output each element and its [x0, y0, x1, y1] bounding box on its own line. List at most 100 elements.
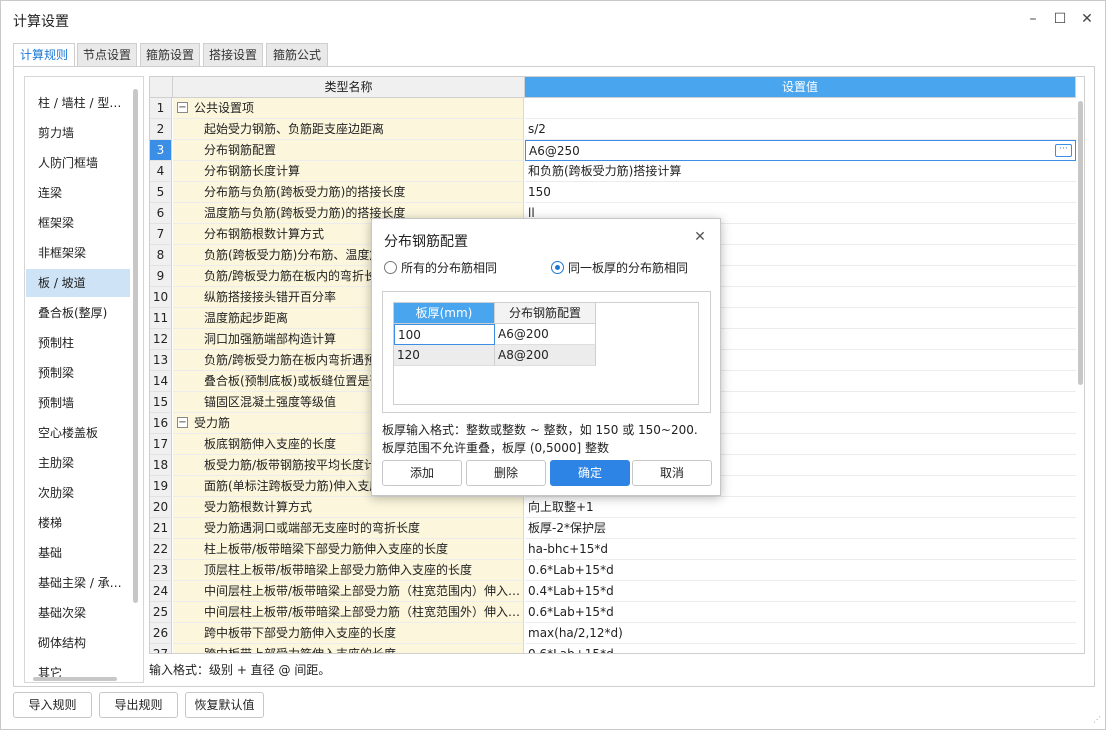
list-item[interactable]: 楼梯: [26, 509, 130, 537]
list-item[interactable]: 连梁: [26, 179, 130, 207]
row-number[interactable]: 24: [150, 581, 172, 602]
row-number[interactable]: 6: [150, 203, 172, 224]
setting-value-cell[interactable]: 150: [525, 182, 1076, 203]
setting-name-cell[interactable]: 中间层柱上板带/板带暗梁上部受力筋（柱宽范围内）伸入…: [173, 581, 524, 602]
tab-stirrup-settings[interactable]: 箍筋设置: [140, 43, 200, 67]
config-cell[interactable]: A8@200: [495, 345, 596, 366]
grid-scrollbar[interactable]: [1078, 101, 1083, 385]
setting-name-cell[interactable]: 分布钢筋长度计算: [173, 161, 524, 182]
table-row[interactable]: 20 受力筋根数计算方式 向上取整+1: [150, 497, 1084, 518]
row-number[interactable]: 8: [150, 245, 172, 266]
delete-button[interactable]: 删除: [466, 460, 546, 486]
setting-name-cell[interactable]: 受力筋遇洞口或端部无支座时的弯折长度: [173, 518, 524, 539]
row-number[interactable]: 3: [150, 140, 172, 161]
table-row[interactable]: 24 中间层柱上板带/板带暗梁上部受力筋（柱宽范围内）伸入… 0.4*Lab+15*…: [150, 581, 1084, 602]
setting-name-cell[interactable]: 跨中板带上部受力筋伸入支座的长度: [173, 644, 524, 653]
cancel-button[interactable]: 取消: [632, 460, 712, 486]
export-rules-button[interactable]: 导出规则: [99, 692, 178, 718]
setting-name-cell[interactable]: 起始受力钢筋、负筋距支座边距离: [173, 119, 524, 140]
list-item[interactable]: 预制梁: [26, 359, 130, 387]
row-number[interactable]: 12: [150, 329, 172, 350]
table-row[interactable]: 5 分布筋与负筋(跨板受力筋)的搭接长度 150: [150, 182, 1084, 203]
radio-checked-icon[interactable]: [551, 261, 564, 274]
tab-node-settings[interactable]: 节点设置: [77, 43, 137, 67]
list-item[interactable]: 预制墙: [26, 389, 130, 417]
grid-header-name[interactable]: 类型名称: [173, 77, 525, 98]
setting-name-cell[interactable]: 柱上板带/板带暗梁下部受力筋伸入支座的长度: [173, 539, 524, 560]
col-config-header[interactable]: 分布钢筋配置: [495, 303, 596, 324]
setting-value-cell[interactable]: [525, 98, 1076, 119]
row-number[interactable]: 23: [150, 560, 172, 581]
row-number[interactable]: 14: [150, 371, 172, 392]
maximize-icon[interactable]: ☐: [1050, 9, 1070, 29]
list-item[interactable]: 空心楼盖板: [26, 419, 130, 447]
list-item[interactable]: 砌体结构: [26, 629, 130, 657]
ellipsis-button-icon[interactable]: ···: [1055, 144, 1072, 157]
list-item-selected[interactable]: 板 / 坡道: [26, 269, 130, 297]
row-number[interactable]: 13: [150, 350, 172, 371]
list-item[interactable]: 叠合板(整厚): [26, 299, 130, 327]
add-button[interactable]: 添加: [382, 460, 462, 486]
row-number[interactable]: 20: [150, 497, 172, 518]
tab-calc-rules[interactable]: 计算规则: [13, 43, 75, 67]
table-row[interactable]: 26 跨中板带下部受力筋伸入支座的长度 max(ha/2,12*d): [150, 623, 1084, 644]
table-row[interactable]: 25 中间层柱上板带/板带暗梁上部受力筋（柱宽范围外）伸入… 0.6*Lab+15*…: [150, 602, 1084, 623]
radio-unchecked-icon[interactable]: [384, 261, 397, 274]
row-number[interactable]: 11: [150, 308, 172, 329]
list-item[interactable]: 基础次梁: [26, 599, 130, 627]
list-item[interactable]: 人防门框墙: [26, 149, 130, 177]
ok-button[interactable]: 确定: [550, 460, 630, 486]
setting-name-cell[interactable]: 分布钢筋配置: [173, 140, 524, 161]
setting-value-cell[interactable]: 和负筋(跨板受力筋)搭接计算: [525, 161, 1076, 182]
setting-value-cell[interactable]: 板厚-2*保护层: [525, 518, 1076, 539]
tab-lap-settings[interactable]: 搭接设置: [203, 43, 263, 67]
close-icon[interactable]: ✕: [1077, 9, 1097, 29]
setting-value-cell[interactable]: 0.6*Lab+15*d: [525, 644, 1076, 653]
list-item[interactable]: 非框架梁: [26, 239, 130, 267]
table-row[interactable]: 22 柱上板带/板带暗梁下部受力筋伸入支座的长度 ha-bhc+15*d: [150, 539, 1084, 560]
list-scrollbar[interactable]: [133, 89, 138, 603]
radio-same-thickness[interactable]: 同一板厚的分布筋相同: [551, 259, 711, 277]
setting-value-cell[interactable]: 0.6*Lab+15*d: [525, 560, 1076, 581]
table-row[interactable]: 23 顶层柱上板带/板带暗梁上部受力筋伸入支座的长度 0.6*Lab+15*d: [150, 560, 1084, 581]
row-number[interactable]: 18: [150, 455, 172, 476]
setting-value-cell[interactable]: s/2: [525, 119, 1076, 140]
setting-value-cell[interactable]: A6@250 ···: [525, 140, 1076, 161]
row-number[interactable]: 19: [150, 476, 172, 497]
setting-name-cell[interactable]: 中间层柱上板带/板带暗梁上部受力筋（柱宽范围外）伸入…: [173, 602, 524, 623]
table-row[interactable]: 3 分布钢筋配置 A6@250 ···: [150, 140, 1084, 161]
setting-name-cell[interactable]: 跨中板带下部受力筋伸入支座的长度: [173, 623, 524, 644]
table-row[interactable]: 1− 公共设置项: [150, 98, 1084, 119]
list-item[interactable]: 预制柱: [26, 329, 130, 357]
config-cell[interactable]: A6@200: [495, 324, 596, 345]
setting-name-cell[interactable]: 分布筋与负筋(跨板受力筋)的搭接长度: [173, 182, 524, 203]
setting-name-cell[interactable]: 受力筋根数计算方式: [173, 497, 524, 518]
collapse-icon[interactable]: −: [177, 417, 188, 428]
row-number[interactable]: 17: [150, 434, 172, 455]
row-number[interactable]: 25: [150, 602, 172, 623]
row-number[interactable]: 16: [150, 413, 172, 434]
setting-value-cell[interactable]: 0.6*Lab+15*d: [525, 602, 1076, 623]
row-number[interactable]: 15: [150, 392, 172, 413]
table-row[interactable]: 2 起始受力钢筋、负筋距支座边距离 s/2: [150, 119, 1084, 140]
row-number[interactable]: 21: [150, 518, 172, 539]
setting-value-cell[interactable]: ha-bhc+15*d: [525, 539, 1076, 560]
setting-name-cell[interactable]: 顶层柱上板带/板带暗梁上部受力筋伸入支座的长度: [173, 560, 524, 581]
dialog-close-icon[interactable]: ✕: [690, 227, 710, 247]
list-item[interactable]: 基础主梁 / 承…: [26, 569, 130, 597]
row-number[interactable]: 1: [150, 98, 172, 119]
list-item[interactable]: 次肋梁: [26, 479, 130, 507]
thickness-cell[interactable]: 120: [394, 345, 495, 366]
list-item[interactable]: 柱 / 墙柱 / 型…: [26, 89, 130, 117]
setting-value-cell[interactable]: 向上取整+1: [525, 497, 1076, 518]
setting-value-cell[interactable]: max(ha/2,12*d): [525, 623, 1076, 644]
radio-all-same[interactable]: 所有的分布筋相同: [384, 259, 524, 277]
row-number[interactable]: 10: [150, 287, 172, 308]
row-number[interactable]: 27: [150, 644, 172, 653]
table-row[interactable]: 4 分布钢筋长度计算 和负筋(跨板受力筋)搭接计算: [150, 161, 1084, 182]
list-item[interactable]: 剪力墙: [26, 119, 130, 147]
col-thickness-header[interactable]: 板厚(mm): [394, 303, 495, 324]
row-number[interactable]: 2: [150, 119, 172, 140]
table-row[interactable]: 21 受力筋遇洞口或端部无支座时的弯折长度 板厚-2*保护层: [150, 518, 1084, 539]
list-item[interactable]: 基础: [26, 539, 130, 567]
